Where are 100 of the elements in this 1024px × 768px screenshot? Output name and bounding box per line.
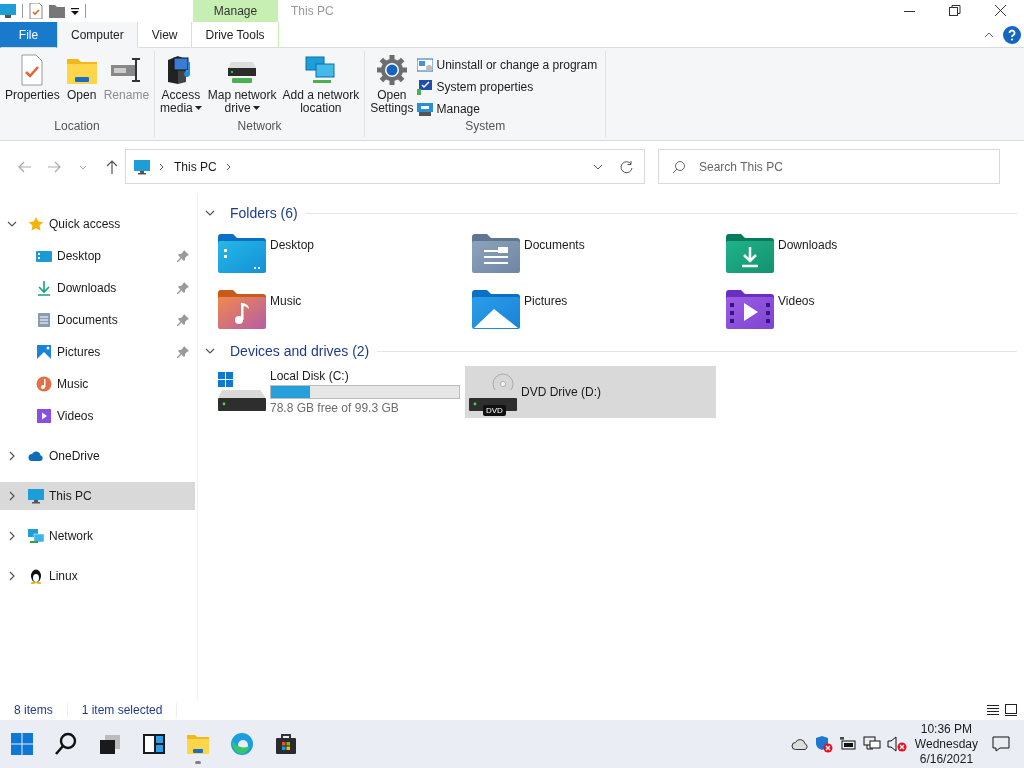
help-icon[interactable]	[1003, 25, 1021, 44]
ribbon-button[interactable]: Uninstall or change a program	[416, 56, 598, 74]
folder-icon	[472, 233, 520, 273]
clock-date: 6/16/2021	[919, 751, 974, 767]
folder-icon	[218, 233, 266, 273]
ribbon-button[interactable]: Properties	[2, 52, 63, 104]
network-icon	[304, 54, 337, 86]
monitor-icon[interactable]	[0, 3, 16, 19]
folder-name[interactable]: Pictures	[524, 294, 568, 308]
network-icon	[28, 528, 44, 544]
star-icon	[28, 216, 44, 232]
windows-logo-icon	[10, 732, 34, 756]
drive-tile[interactable]: Local Disk (C:) 78.8 GB free of 99.3 GB	[214, 366, 465, 418]
selection-count: 1 item selected	[67, 703, 178, 717]
nav-item[interactable]: Documents	[0, 306, 195, 334]
notifications-button[interactable]	[992, 735, 1010, 753]
restore-icon	[947, 3, 963, 19]
folder-icon	[472, 289, 520, 329]
nav-item[interactable]: Linux	[0, 562, 195, 590]
folder-icon	[726, 289, 774, 329]
cloud-icon	[28, 448, 44, 464]
folder-name[interactable]: Documents	[524, 238, 585, 252]
clock-day: Wednesday	[914, 736, 978, 752]
shield-error-icon[interactable]	[814, 735, 833, 753]
ribbon-tab[interactable]: Computer	[57, 22, 138, 48]
large-icons-view-button[interactable]	[1002, 704, 1020, 716]
group-label: System	[465, 119, 506, 135]
free-space-text: 78.8 GB free of 99.3 GB	[270, 401, 400, 415]
drive-name: DVD Drive (D:)	[521, 385, 601, 399]
ribbon-button[interactable]: Map network drive	[204, 52, 280, 117]
section-header[interactable]: Devices and drives (2)	[230, 343, 370, 359]
ribbon-button[interactable]: Open Settings	[367, 52, 417, 117]
nav-item[interactable]: Network	[0, 522, 195, 550]
drive-label: DVD	[483, 405, 506, 416]
nav-item[interactable]: Downloads	[0, 274, 195, 302]
section-header[interactable]: Folders (6)	[230, 205, 298, 221]
browser-icon	[230, 732, 254, 756]
battery-icon[interactable]	[838, 736, 857, 752]
close-icon	[993, 3, 1009, 19]
cloud-icon[interactable]	[790, 737, 809, 751]
ribbon-button[interactable]: Open	[62, 52, 101, 104]
tile-view-icon	[1005, 704, 1017, 716]
folder-icon	[186, 732, 210, 756]
search-icon	[54, 732, 78, 756]
music-icon	[36, 376, 52, 392]
breadcrumb[interactable]: This PC	[174, 159, 217, 174]
folder-icon	[726, 233, 774, 273]
picture-icon	[36, 344, 52, 360]
nav-item[interactable]: Videos	[0, 402, 195, 430]
network-icon[interactable]	[862, 736, 881, 752]
nav-item[interactable]: OneDrive	[0, 442, 195, 470]
drive-tile[interactable]: DVD DVD Drive (D:)	[465, 366, 716, 418]
list-icon	[987, 704, 999, 716]
folder-name[interactable]: Videos	[778, 294, 815, 308]
store-icon	[274, 732, 298, 756]
ribbon-button[interactable]: Access media	[157, 52, 205, 117]
nav-item[interactable]: Desktop	[0, 242, 195, 270]
download-icon	[36, 280, 52, 296]
settings-icon	[375, 54, 408, 86]
monitor-icon	[134, 158, 150, 175]
desktop-icon	[36, 248, 52, 264]
clock-time: 10:36 PM	[920, 721, 973, 737]
speaker-muted-icon[interactable]	[886, 736, 907, 752]
document-icon	[36, 312, 52, 328]
task-view-icon	[98, 732, 122, 756]
chevron-icon	[158, 162, 166, 171]
details-view-button[interactable]	[984, 704, 1002, 716]
penguin-icon	[28, 568, 44, 584]
ribbon-button[interactable]: Add a network location	[279, 52, 363, 117]
nav-item[interactable]: This PC	[0, 482, 195, 510]
nav-item[interactable]: Music	[0, 370, 195, 398]
ribbon-tab[interactable]: File	[0, 22, 57, 48]
monitor-check-icon	[416, 79, 433, 95]
properties-icon[interactable]	[29, 3, 43, 19]
window-title: This PC	[290, 3, 335, 20]
video-icon	[36, 408, 52, 424]
ribbon-button[interactable]: System properties	[416, 78, 598, 96]
folder-icon	[218, 289, 266, 329]
dvd-drive-icon	[469, 372, 517, 412]
nav-item[interactable]: Pictures	[0, 338, 195, 366]
context-tab-header: Manage	[193, 0, 278, 22]
folder-name[interactable]: Music	[270, 294, 302, 308]
chevron-icon	[224, 162, 233, 171]
group-label: Network	[237, 119, 282, 135]
ribbon-tab[interactable]: Drive Tools	[191, 22, 279, 48]
drive-name: Local Disk (C:)	[270, 369, 350, 383]
search-field[interactable]: Search This PC	[658, 149, 1000, 184]
ribbon-button[interactable]: Manage	[416, 100, 598, 118]
notification-icon	[992, 735, 1010, 753]
hard-drive-icon	[218, 372, 266, 412]
item-count: 8 items	[0, 703, 68, 717]
folder-name[interactable]: Desktop	[270, 238, 315, 252]
address-bar[interactable]: This PC	[125, 149, 645, 184]
folder-icon[interactable]	[49, 4, 65, 18]
group-label: Location	[54, 119, 100, 135]
widgets-icon	[142, 732, 166, 756]
caret-icon[interactable]	[71, 6, 79, 16]
folder-name[interactable]: Downloads	[778, 238, 838, 252]
nav-item[interactable]: Quick access	[0, 210, 195, 238]
monitor-icon	[28, 488, 44, 504]
